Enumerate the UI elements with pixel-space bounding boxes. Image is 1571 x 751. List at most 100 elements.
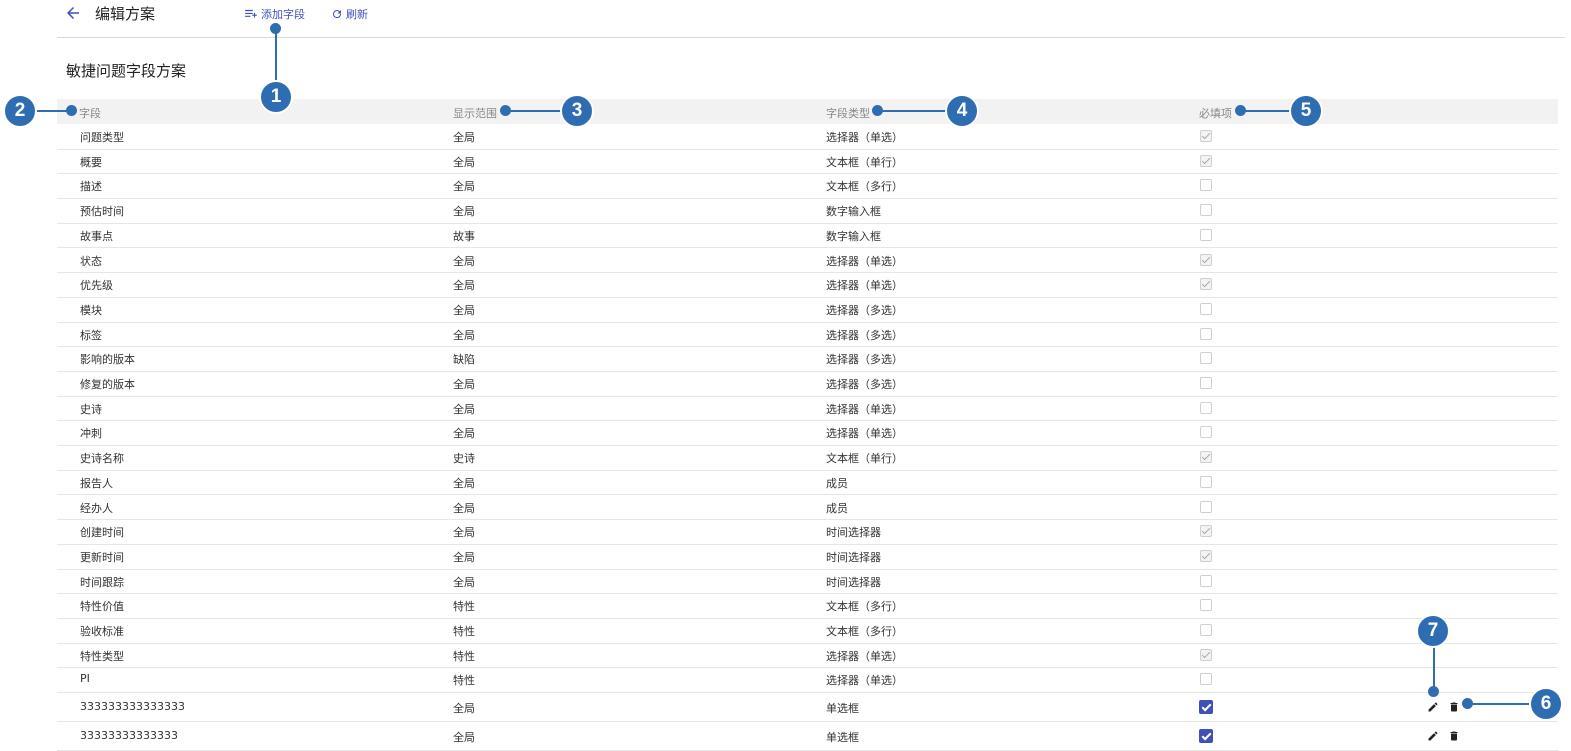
field-name-cell: 描述 [80, 180, 102, 194]
field-type-cell: 选择器（多选） [826, 303, 903, 317]
refresh-button[interactable]: 刷新 [331, 6, 368, 22]
callout-dot-6 [1462, 698, 1473, 709]
callout-3: 3 [560, 94, 594, 128]
trash-icon[interactable] [1448, 730, 1460, 742]
callout-line-1 [275, 28, 277, 80]
required-checkbox [1200, 549, 1212, 562]
field-type-cell: 成员 [826, 501, 848, 515]
field-type-cell: 文本框（单行） [826, 452, 903, 466]
callout-dot-5 [1235, 105, 1246, 116]
required-checkbox[interactable] [1199, 729, 1213, 744]
field-name-cell: 预估时间 [80, 205, 124, 219]
field-name-cell: 冲刺 [80, 427, 102, 441]
table-row: PI 特性 选择器（单选） [57, 667, 1558, 694]
table-row: 优先级 全局 选择器（单选） [57, 272, 1558, 298]
scope-cell: 全局 [453, 205, 475, 219]
scope-cell: 全局 [453, 575, 475, 589]
table-row: 特性价值 特性 文本框（多行） [57, 593, 1558, 619]
top-toolbar: 编辑方案 添加字段 刷新 [0, 0, 1571, 38]
field-type-cell: 选择器（单选） [826, 649, 903, 663]
column-type: 字段类型 [826, 107, 870, 120]
table-row: 史诗名称 史诗 文本框（单行） [57, 445, 1558, 471]
table-row: 33333333333333 全局 单选框 [57, 721, 1558, 751]
required-checkbox [1200, 525, 1212, 538]
field-name-cell: 故事点 [80, 229, 113, 243]
field-type-cell: 时间选择器 [826, 550, 881, 564]
pencil-icon[interactable] [1427, 730, 1439, 742]
callout-line-4 [877, 110, 945, 112]
refresh-label: 刷新 [346, 8, 368, 21]
table-row: 时间跟踪 全局 时间选择器 [57, 569, 1558, 595]
field-name-cell: 史诗 [80, 402, 102, 416]
table-row: 史诗 全局 选择器（单选） [57, 396, 1558, 422]
field-name-cell: 报告人 [80, 476, 113, 490]
add-field-button[interactable]: 添加字段 [244, 6, 305, 22]
pencil-icon[interactable] [1427, 701, 1439, 713]
field-name-cell: 时间跟踪 [80, 575, 124, 589]
required-checkbox [1200, 253, 1212, 266]
table-row: 问题类型 全局 选择器（单选） [57, 124, 1558, 150]
required-checkbox [1200, 278, 1212, 291]
callout-dot-1 [270, 23, 281, 34]
required-checkbox [1200, 179, 1212, 192]
required-checkbox [1200, 648, 1212, 661]
field-name-cell: 验收标准 [80, 625, 124, 638]
field-type-cell: 选择器（多选） [826, 353, 903, 367]
scope-cell: 全局 [453, 702, 475, 716]
field-type-cell: 文本框（单行） [826, 155, 903, 169]
callout-line-6 [1467, 703, 1529, 705]
required-checkbox [1200, 352, 1212, 365]
trash-icon[interactable] [1448, 701, 1460, 713]
scope-cell: 全局 [453, 328, 475, 342]
field-name-cell: 更新时间 [80, 550, 124, 564]
required-checkbox [1200, 302, 1212, 315]
field-name-cell: 333333333333333 [80, 700, 185, 714]
table-row: 验收标准 特性 文本框（多行） [57, 618, 1558, 644]
scope-cell: 全局 [453, 476, 475, 490]
callout-dot-4 [872, 105, 883, 116]
scope-cell: 全局 [453, 180, 475, 194]
field-type-cell: 选择器（单选） [826, 674, 903, 688]
field-name-cell: 模块 [80, 303, 102, 317]
required-checkbox [1200, 154, 1212, 167]
field-type-cell: 时间选择器 [826, 575, 881, 589]
scope-cell: 全局 [453, 501, 475, 515]
field-name-cell: 影响的版本 [80, 353, 135, 367]
playlist-add-icon [245, 9, 257, 18]
required-checkbox [1200, 500, 1212, 513]
refresh-icon [333, 10, 342, 19]
table-row: 模块 全局 选择器（多选） [57, 297, 1558, 323]
field-name-cell: 创建时间 [80, 526, 124, 540]
field-type-cell: 数字输入框 [826, 229, 881, 243]
field-type-cell: 选择器（单选） [826, 131, 903, 144]
callout-4: 4 [945, 94, 979, 128]
table-row: 标签 全局 选择器（多选） [57, 322, 1558, 348]
table-row: 更新时间 全局 时间选择器 [57, 544, 1558, 570]
scope-cell: 全局 [453, 155, 475, 169]
table-row: 特性类型 特性 选择器（单选） [57, 643, 1558, 669]
callout-5: 5 [1289, 94, 1323, 128]
column-scope: 显示范围 [453, 107, 497, 120]
scope-cell: 全局 [453, 254, 475, 268]
field-type-cell: 时间选择器 [826, 526, 881, 540]
scheme-title: 敏捷问题字段方案 [66, 62, 187, 80]
scope-cell: 特性 [453, 674, 475, 688]
scope-cell: 全局 [453, 731, 475, 745]
scope-cell: 特性 [453, 649, 475, 663]
table-row: 创建时间 全局 时间选择器 [57, 519, 1558, 545]
callout-7: 7 [1416, 614, 1450, 648]
arrow-left-icon[interactable] [64, 4, 82, 22]
field-name-cell: 优先级 [80, 279, 113, 293]
required-checkbox [1200, 574, 1212, 587]
field-type-cell: 选择器（单选） [826, 402, 903, 416]
required-checkbox[interactable] [1199, 700, 1213, 715]
callout-dot-2 [66, 105, 77, 116]
scope-cell: 全局 [453, 427, 475, 441]
required-checkbox [1200, 451, 1212, 464]
page-title: 编辑方案 [95, 5, 156, 23]
scope-cell: 全局 [453, 303, 475, 317]
callout-1: 1 [259, 80, 293, 114]
scope-cell: 特性 [453, 600, 475, 614]
required-checkbox [1200, 130, 1212, 142]
scope-cell: 史诗 [453, 452, 475, 466]
